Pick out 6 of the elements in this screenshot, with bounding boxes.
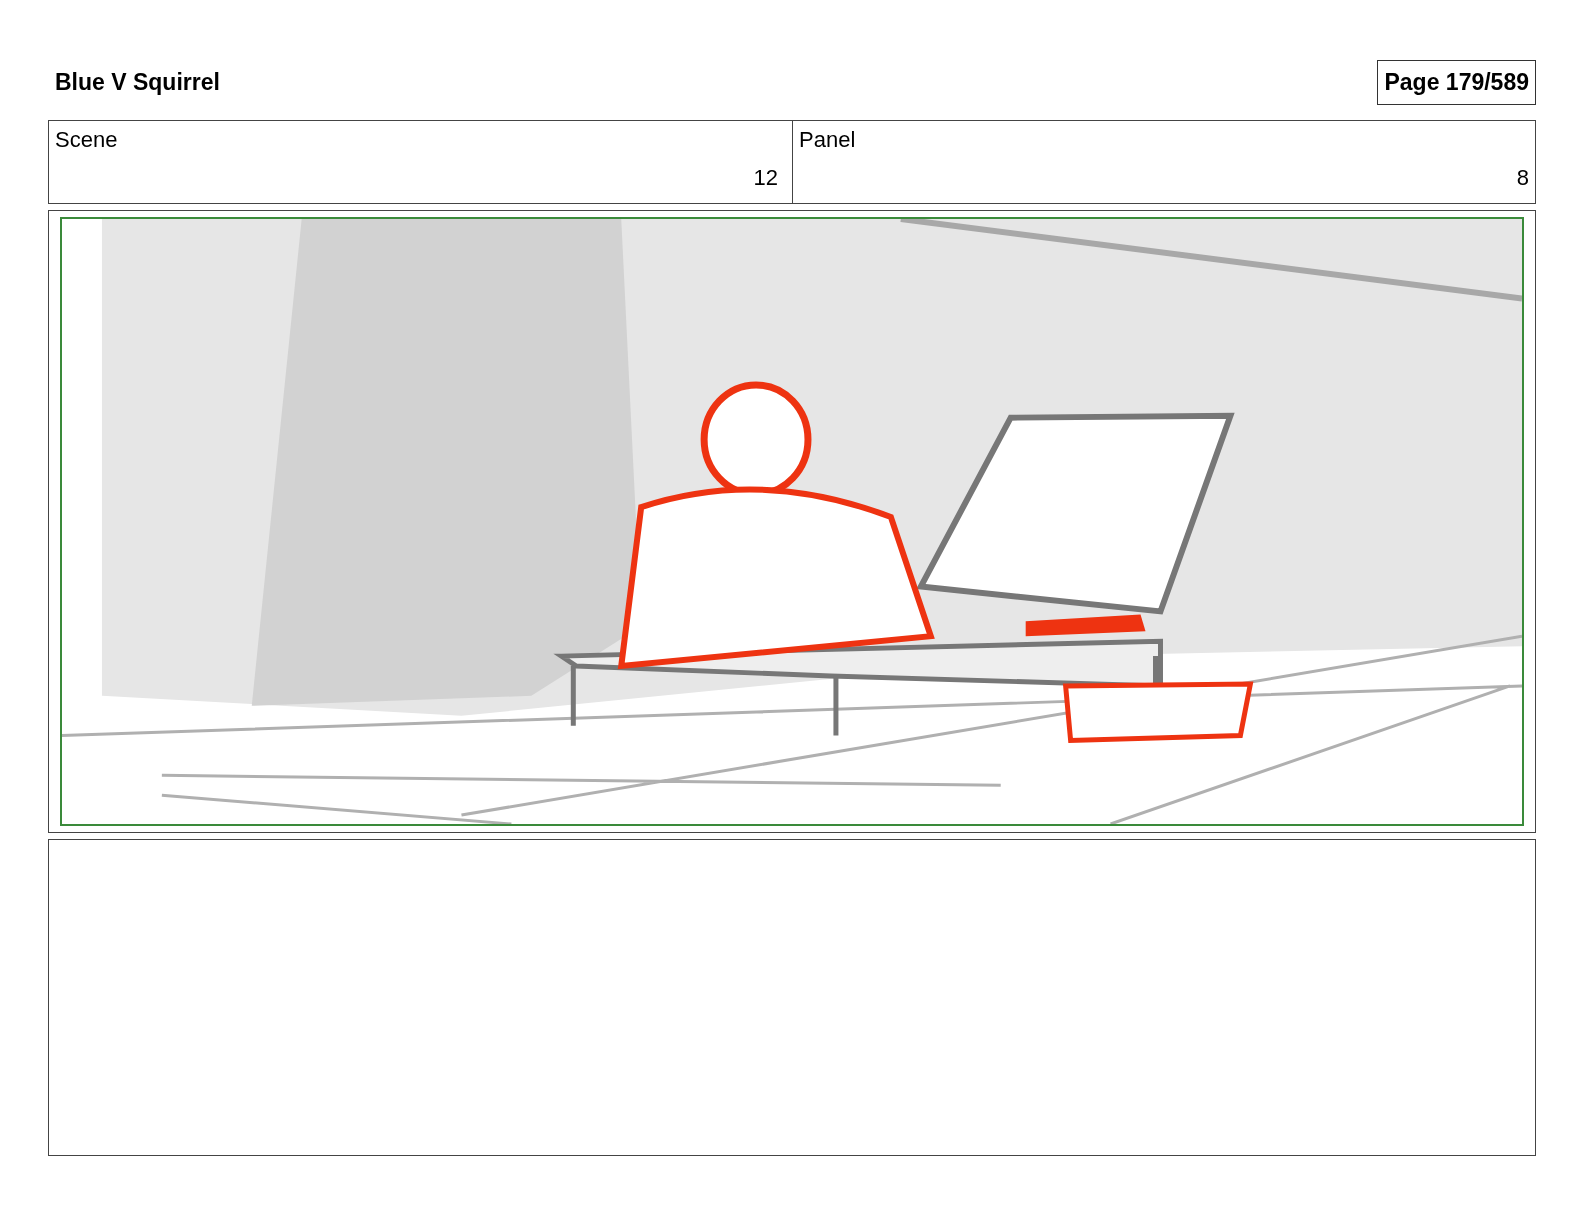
field-label: Panel [799, 127, 857, 153]
field-label: Scene [55, 127, 119, 153]
field-value: 12 [753, 165, 778, 191]
field-value: 8 [1516, 165, 1529, 191]
storyboard-title: Blue V Squirrel [54, 68, 220, 96]
page-number: Page 179/589 [1377, 59, 1536, 105]
